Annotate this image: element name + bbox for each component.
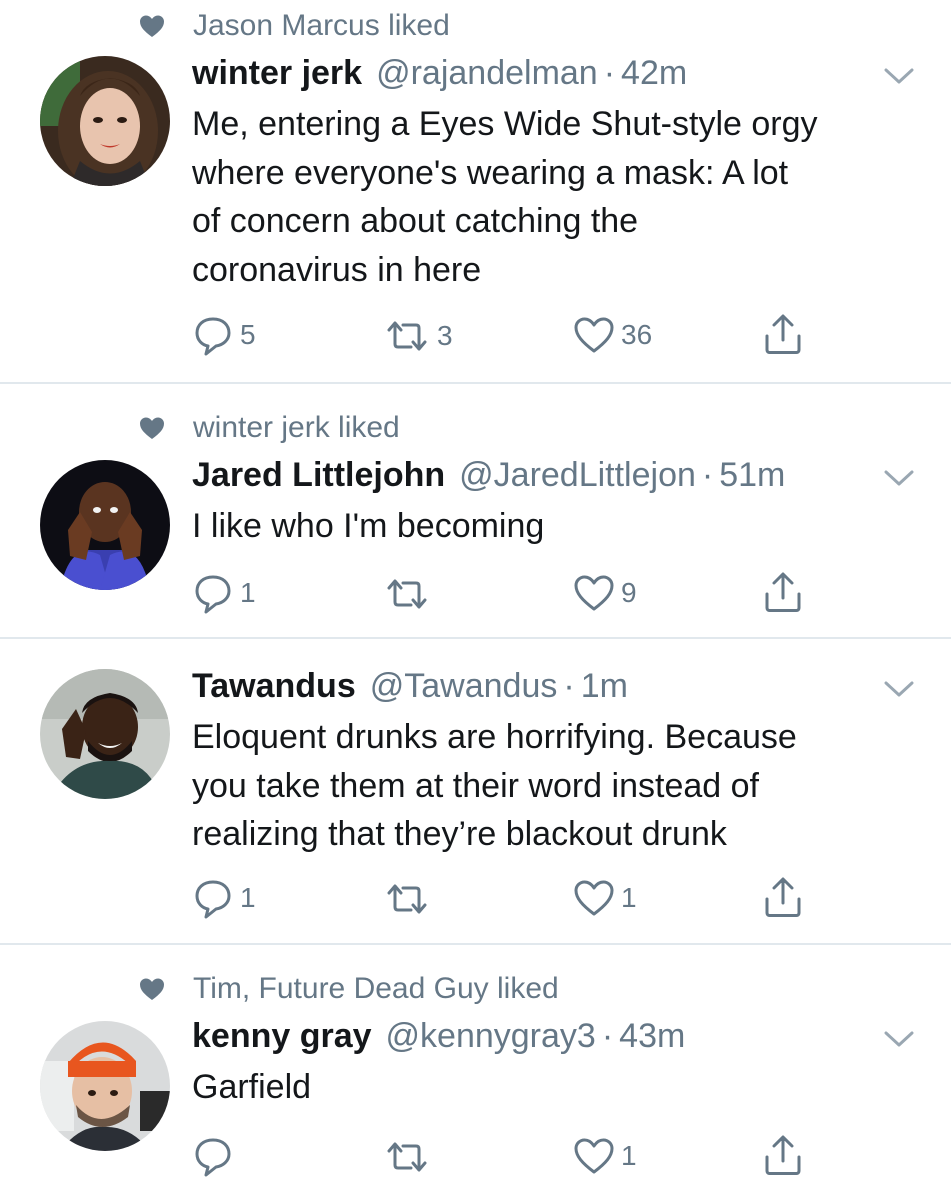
like-count: 36 <box>621 319 653 350</box>
user-handle[interactable]: @JaredLittlejon <box>459 456 696 495</box>
display-name[interactable]: kenny gray <box>192 1017 372 1056</box>
like-count: 1 <box>621 882 637 913</box>
social-context: Tim, Future Dead Guy liked <box>139 969 559 1009</box>
avatar-image <box>40 669 170 799</box>
tweet-text: Me, entering a Eyes Wide Shut-style orgy… <box>192 105 818 289</box>
tweet-text: I like who I'm becoming <box>192 507 545 545</box>
reply-icon <box>195 317 231 356</box>
retweet-button[interactable] <box>383 881 437 917</box>
like-button[interactable]: 1 <box>573 879 637 917</box>
separator-dot: · <box>601 1017 614 1055</box>
share-icon <box>765 877 801 917</box>
like-count: 9 <box>621 577 637 608</box>
tweet-text: Garfield <box>192 1068 312 1106</box>
avatar[interactable] <box>40 56 170 186</box>
tweet-text: Eloquent drunks are horrifying. Because … <box>192 718 797 853</box>
tweet-actions: 5 3 36 <box>0 312 951 362</box>
reply-count: 5 <box>240 319 256 350</box>
reply-icon <box>195 1138 231 1177</box>
tweet-header: winter jerk @rajandelman · 42m <box>192 54 687 98</box>
liked-by-text[interactable]: winter jerk liked <box>193 411 400 445</box>
avatar-image <box>40 56 170 186</box>
like-button[interactable]: 36 <box>573 316 652 354</box>
user-handle[interactable]: @rajandelman <box>376 54 598 93</box>
avatar-image <box>40 1021 170 1151</box>
reply-button[interactable]: 1 <box>192 572 256 614</box>
tweet-actions: 1 1 <box>0 875 951 925</box>
like-button[interactable]: 9 <box>573 574 637 612</box>
share-button[interactable] <box>762 312 804 356</box>
avatar[interactable] <box>40 1021 170 1151</box>
tweet-header: kenny gray @kennygray3 · 43m <box>192 1017 685 1061</box>
separator-dot: · <box>563 667 575 705</box>
user-handle[interactable]: @kennygray3 <box>386 1017 596 1056</box>
heart-icon <box>140 417 164 439</box>
display-name[interactable]: Jared Littlejohn <box>192 456 445 495</box>
separator-dot: · <box>603 54 616 92</box>
tweet-header: Tawandus @Tawandus · 1m <box>192 667 628 711</box>
share-icon <box>765 572 801 612</box>
social-context: winter jerk liked <box>139 408 400 448</box>
chevron-down-icon[interactable] <box>882 1029 916 1049</box>
reply-icon <box>195 575 231 614</box>
avatar[interactable] <box>40 669 170 799</box>
timestamp[interactable]: 51m <box>719 456 785 495</box>
tweet-header: Jared Littlejohn @JaredLittlejon · 51m <box>192 456 785 500</box>
tweet-2[interactable]: winter jerk liked Jared Littlejohn @Jare… <box>0 384 951 638</box>
chevron-down-icon[interactable] <box>882 468 916 488</box>
share-icon <box>765 1135 801 1175</box>
retweet-icon <box>387 579 427 609</box>
share-button[interactable] <box>762 1133 804 1177</box>
liked-by-text[interactable]: Tim, Future Dead Guy liked <box>193 972 559 1006</box>
reply-button[interactable]: 5 <box>192 314 256 356</box>
tweet-actions: 1 9 <box>0 570 951 620</box>
heart-icon <box>140 978 164 1000</box>
display-name[interactable]: winter jerk <box>192 54 362 93</box>
tweet-3[interactable]: Tawandus @Tawandus · 1m Eloquent drunks … <box>0 639 951 944</box>
reply-icon <box>195 880 231 919</box>
timestamp[interactable]: 43m <box>619 1017 685 1056</box>
like-icon <box>574 317 614 353</box>
timestamp[interactable]: 42m <box>621 54 687 93</box>
like-icon <box>574 1138 614 1174</box>
heart-icon <box>140 15 164 37</box>
social-context: Jason Marcus liked <box>139 6 450 46</box>
reply-count: 1 <box>240 577 256 608</box>
liked-by-text[interactable]: Jason Marcus liked <box>193 9 450 43</box>
like-count: 1 <box>621 1140 637 1171</box>
reply-button[interactable]: 1 <box>192 877 256 919</box>
reply-button[interactable] <box>192 1135 240 1177</box>
share-button[interactable] <box>762 570 804 614</box>
retweet-icon <box>387 1142 427 1172</box>
share-icon <box>765 314 801 354</box>
chevron-down-icon[interactable] <box>882 679 916 699</box>
timestamp[interactable]: 1m <box>581 667 628 706</box>
retweet-button[interactable] <box>383 1139 437 1175</box>
display-name[interactable]: Tawandus <box>192 667 356 706</box>
tweet-1[interactable]: Jason Marcus liked winter jerk @rajandel… <box>0 0 951 383</box>
reply-count: 1 <box>240 882 256 913</box>
tweet-4[interactable]: Tim, Future Dead Guy liked kenny gray @k… <box>0 945 951 1200</box>
like-icon <box>574 575 614 611</box>
user-handle[interactable]: @Tawandus <box>370 667 558 706</box>
retweet-icon <box>387 321 427 351</box>
retweet-button[interactable] <box>383 576 437 612</box>
share-button[interactable] <box>762 875 804 919</box>
retweet-icon <box>387 884 427 914</box>
tweet-actions: 1 <box>0 1133 951 1183</box>
retweet-count: 3 <box>437 320 453 351</box>
separator-dot: · <box>701 456 714 494</box>
chevron-down-icon[interactable] <box>882 66 916 86</box>
like-button[interactable]: 1 <box>573 1137 637 1175</box>
retweet-button[interactable]: 3 <box>383 318 453 354</box>
like-icon <box>574 880 614 916</box>
